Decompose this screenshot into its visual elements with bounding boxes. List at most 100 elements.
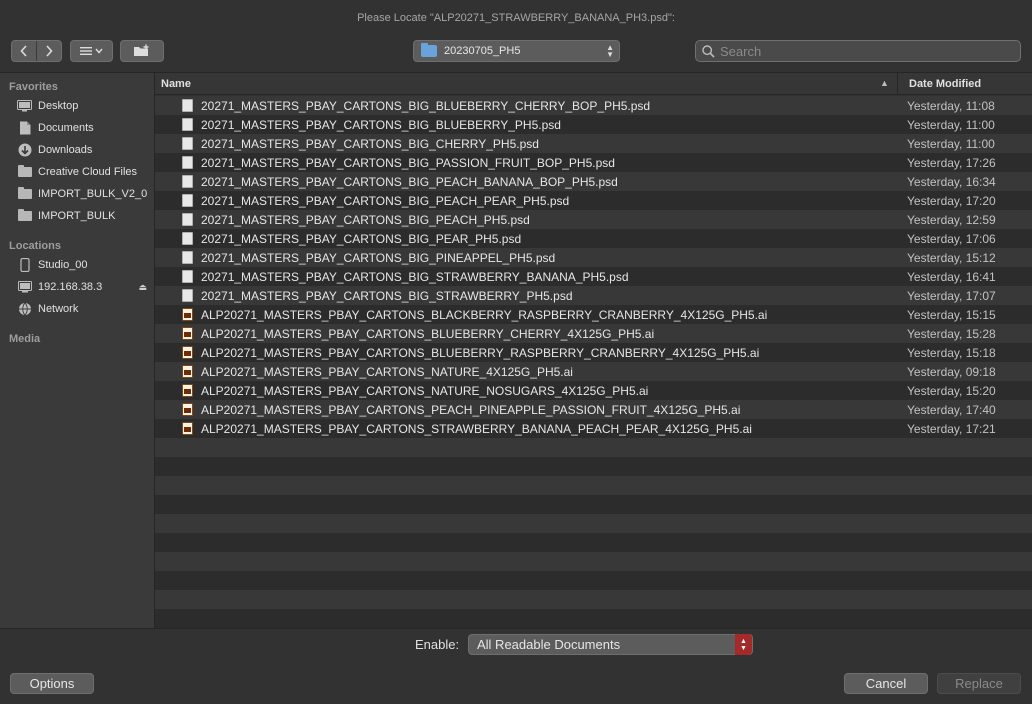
- file-date: Yesterday, 15:20: [907, 383, 996, 398]
- file-row[interactable]: ALP20271_MASTERS_PBAY_CARTONS_BLACKBERRY…: [155, 305, 1032, 324]
- column-divider[interactable]: [897, 73, 898, 95]
- sidebar-item-label: Desktop: [38, 100, 79, 112]
- sidebar-item-creative-cloud[interactable]: Creative Cloud Files: [17, 162, 153, 182]
- folder-icon: [17, 187, 32, 201]
- column-header-date[interactable]: Date Modified: [909, 78, 981, 90]
- ai-file-icon: [182, 327, 193, 340]
- file-date: Yesterday, 16:34: [907, 174, 996, 189]
- file-date: Yesterday, 11:00: [907, 117, 995, 132]
- cancel-button[interactable]: Cancel: [844, 673, 928, 694]
- file-list: Name ▲ Date Modified 20271_MASTERS_PBAY_…: [155, 72, 1032, 628]
- enable-label: Enable:: [415, 637, 460, 652]
- file-row[interactable]: 20271_MASTERS_PBAY_CARTONS_BIG_PEACH_PH5…: [155, 210, 1032, 229]
- file-date: Yesterday, 17:21: [907, 421, 996, 436]
- location-popup[interactable]: 20230705_PH5 ▲ ▼: [413, 40, 620, 62]
- file-row[interactable]: 20271_MASTERS_PBAY_CARTONS_BIG_PEACH_PEA…: [155, 191, 1032, 210]
- sidebar-item-downloads[interactable]: Downloads: [17, 140, 153, 160]
- display-icon: [17, 280, 32, 294]
- sidebar-heading-favorites: Favorites: [9, 81, 58, 93]
- new-folder-icon: [134, 44, 149, 56]
- file-row[interactable]: 20271_MASTERS_PBAY_CARTONS_BIG_STRAWBERR…: [155, 286, 1032, 305]
- updown-chevron-icon: ▲ ▼: [735, 634, 752, 655]
- file-row[interactable]: ALP20271_MASTERS_PBAY_CARTONS_BLUEBERRY_…: [155, 324, 1032, 343]
- globe-icon: [17, 302, 32, 316]
- file-name: 20271_MASTERS_PBAY_CARTONS_BIG_PINEAPPEL…: [201, 250, 556, 265]
- desktop-icon: [17, 99, 32, 113]
- replace-button[interactable]: Replace: [937, 673, 1021, 694]
- sidebar-item-studio[interactable]: Studio_00: [17, 255, 153, 275]
- empty-row: [155, 533, 1032, 552]
- file-row[interactable]: ALP20271_MASTERS_PBAY_CARTONS_BLUEBERRY_…: [155, 343, 1032, 362]
- search-input[interactable]: [720, 43, 1000, 59]
- folder-icon: [17, 209, 32, 223]
- sidebar-item-documents[interactable]: Documents: [17, 118, 153, 138]
- psd-file-icon: [182, 289, 193, 302]
- file-name: 20271_MASTERS_PBAY_CARTONS_BIG_PEAR_PH5.…: [201, 231, 522, 246]
- file-name: 20271_MASTERS_PBAY_CARTONS_BIG_CHERRY_PH…: [201, 136, 539, 151]
- psd-file-icon: [182, 213, 193, 226]
- enable-popup[interactable]: All Readable Documents ▲ ▼: [468, 634, 753, 655]
- new-folder-button[interactable]: [120, 40, 164, 62]
- file-row[interactable]: 20271_MASTERS_PBAY_CARTONS_BIG_CHERRY_PH…: [155, 134, 1032, 153]
- sidebar-item-server[interactable]: 192.168.38.3 ⏏: [17, 277, 153, 297]
- file-date: Yesterday, 16:41: [907, 269, 996, 284]
- search-field[interactable]: [695, 40, 1021, 62]
- ai-file-icon: [182, 403, 193, 416]
- file-row[interactable]: ALP20271_MASTERS_PBAY_CARTONS_NATURE_NOS…: [155, 381, 1032, 400]
- file-name: 20271_MASTERS_PBAY_CARTONS_BIG_PEACH_PEA…: [201, 193, 570, 208]
- file-row[interactable]: ALP20271_MASTERS_PBAY_CARTONS_STRAWBERRY…: [155, 419, 1032, 438]
- updown-chevron-icon: ▲ ▼: [606, 43, 614, 59]
- file-row[interactable]: 20271_MASTERS_PBAY_CARTONS_BIG_STRAWBERR…: [155, 267, 1032, 286]
- file-row[interactable]: 20271_MASTERS_PBAY_CARTONS_BIG_PEAR_PH5.…: [155, 229, 1032, 248]
- sidebar-item-import-bulk[interactable]: IMPORT_BULK: [17, 206, 153, 226]
- psd-file-icon: [182, 194, 193, 207]
- file-row[interactable]: 20271_MASTERS_PBAY_CARTONS_BIG_PASSION_F…: [155, 153, 1032, 172]
- sidebar-item-desktop[interactable]: Desktop: [17, 96, 153, 116]
- options-button[interactable]: Options: [10, 673, 94, 694]
- file-date: Yesterday, 11:00: [907, 136, 995, 151]
- sidebar: Favorites Desktop Documents Downloads Cr…: [0, 72, 155, 628]
- file-date: Yesterday, 17:40: [907, 402, 996, 417]
- sidebar-item-label: IMPORT_BULK: [38, 210, 116, 222]
- eject-icon[interactable]: ⏏: [138, 282, 147, 293]
- file-date: Yesterday, 17:20: [907, 193, 996, 208]
- file-name: 20271_MASTERS_PBAY_CARTONS_BIG_STRAWBERR…: [201, 269, 629, 284]
- sidebar-item-label: Studio_00: [38, 259, 88, 271]
- search-icon: [702, 44, 715, 58]
- file-row[interactable]: 20271_MASTERS_PBAY_CARTONS_BIG_PINEAPPEL…: [155, 248, 1032, 267]
- file-name: ALP20271_MASTERS_PBAY_CARTONS_NATURE_4X1…: [201, 364, 573, 379]
- file-name: 20271_MASTERS_PBAY_CARTONS_BIG_BLUEBERRY…: [201, 98, 651, 113]
- nav-button-group: [11, 40, 62, 62]
- sidebar-item-import-bulk-v2[interactable]: IMPORT_BULK_V2_0: [17, 184, 153, 204]
- enable-value: All Readable Documents: [477, 637, 621, 652]
- file-name: 20271_MASTERS_PBAY_CARTONS_BIG_STRAWBERR…: [201, 288, 573, 303]
- drive-icon: [17, 258, 32, 272]
- forward-button[interactable]: [36, 41, 61, 61]
- psd-file-icon: [182, 118, 193, 131]
- file-name: ALP20271_MASTERS_PBAY_CARTONS_BLUEBERRY_…: [201, 345, 760, 360]
- file-date: Yesterday, 15:15: [907, 307, 996, 322]
- empty-row: [155, 438, 1032, 457]
- column-header-name[interactable]: Name: [161, 78, 191, 90]
- sidebar-item-network[interactable]: Network: [17, 299, 153, 319]
- psd-file-icon: [182, 232, 193, 245]
- file-row[interactable]: 20271_MASTERS_PBAY_CARTONS_BIG_BLUEBERRY…: [155, 96, 1032, 115]
- file-row[interactable]: 20271_MASTERS_PBAY_CARTONS_BIG_BLUEBERRY…: [155, 115, 1032, 134]
- dialog-title: Please Locate "ALP20271_STRAWBERRY_BANAN…: [357, 12, 675, 24]
- sidebar-item-label: Network: [38, 303, 79, 315]
- empty-row: [155, 552, 1032, 571]
- ai-file-icon: [182, 365, 193, 378]
- file-row[interactable]: 20271_MASTERS_PBAY_CARTONS_BIG_PEACH_BAN…: [155, 172, 1032, 191]
- file-row[interactable]: ALP20271_MASTERS_PBAY_CARTONS_PEACH_PINE…: [155, 400, 1032, 419]
- view-options-button[interactable]: [70, 40, 113, 62]
- chevron-left-icon: [20, 45, 27, 57]
- file-row[interactable]: ALP20271_MASTERS_PBAY_CARTONS_NATURE_4X1…: [155, 362, 1032, 381]
- back-button[interactable]: [12, 41, 36, 61]
- empty-row: [155, 457, 1032, 476]
- folder-icon: [421, 43, 437, 57]
- psd-file-icon: [182, 251, 193, 264]
- list-view-icon: [79, 47, 103, 55]
- psd-file-icon: [182, 99, 193, 112]
- location-label: 20230705_PH5: [444, 45, 521, 57]
- psd-file-icon: [182, 270, 193, 283]
